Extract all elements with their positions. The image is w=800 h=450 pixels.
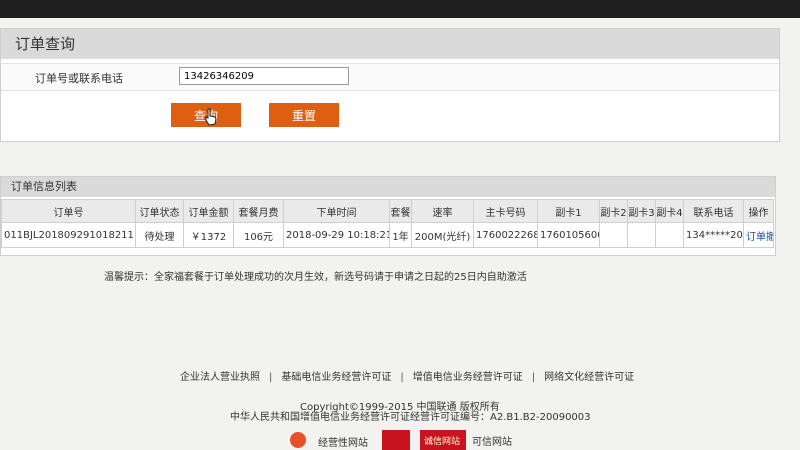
badge-integrity-text: 诚信网站 [424, 437, 461, 447]
footer-link-value-added-telecom[interactable]: 增值电信业务经营许可证 [413, 372, 523, 383]
col-header: 副卡2 [599, 199, 628, 223]
badge-trusted-site[interactable]: 可信网站 [472, 433, 512, 448]
col-header: 副卡1 [537, 199, 600, 223]
cell-speed: 200M(光纤) [411, 222, 474, 248]
footer-link-business-license[interactable]: 企业法人营业执照 [180, 372, 260, 383]
col-header: 操作 [743, 199, 774, 223]
cell-monthly-fee: 106元 [233, 222, 284, 248]
table-header-row: 订单号 订单状态 订单金额 套餐月费 下单时间 套餐 速率 主卡号码 副卡1 副… [1, 199, 774, 223]
cell-order-number: 011BJL20180929101821116 [1, 222, 136, 248]
order-or-phone-input[interactable] [179, 67, 349, 85]
badge-icon [290, 432, 306, 448]
page-title: 订单查询 [1, 29, 779, 59]
cell-sub-card-3 [627, 222, 656, 248]
badge-business-site[interactable]: 经营性网站 [318, 434, 368, 449]
col-header: 套餐 [389, 199, 412, 223]
cell-package: 1年 [389, 222, 412, 248]
separator: | [269, 372, 273, 383]
order-query-panel: 订单查询 订单号或联系电话 查询 重置 [0, 28, 780, 142]
table-row: 011BJL20180929101821116 待处理 ￥1372 106元 2… [1, 222, 774, 248]
badge-red-logo[interactable] [382, 430, 410, 450]
footer-badges: 经营性网站 诚信网站 可信网站 [278, 430, 578, 450]
cell-order-amount: ￥1372 [183, 222, 234, 248]
col-header: 下单时间 [283, 199, 390, 223]
license-text: 中华人民共和国增值电信业务经营许可证经营许可证编号：A2.B1.B2-20090… [230, 412, 591, 423]
col-header: 速率 [411, 199, 474, 223]
badge-integrity-site[interactable]: 诚信网站 [420, 430, 466, 450]
footer-link-network-culture[interactable]: 网络文化经营许可证 [544, 372, 634, 383]
cell-contact-phone: 134*****209 [683, 222, 744, 248]
col-header: 订单状态 [135, 199, 184, 223]
cell-order-time: 2018-09-29 10:18:21.0 [283, 222, 390, 248]
col-header: 订单金额 [183, 199, 234, 223]
col-header: 副卡4 [655, 199, 684, 223]
order-list-title: 订单信息列表 [1, 177, 775, 197]
col-header: 主卡号码 [473, 199, 538, 223]
reset-button[interactable]: 重置 [269, 103, 339, 127]
cell-sub-card-1: 17601056007 [537, 222, 600, 248]
cell-action: 订单撤销 [743, 222, 774, 248]
col-header: 套餐月费 [233, 199, 284, 223]
cell-order-status: 待处理 [135, 222, 184, 248]
col-header: 副卡3 [627, 199, 656, 223]
col-header: 订单号 [1, 199, 136, 223]
reminder-text: 温馨提示：全家福套餐于订单处理成功的次月生效，新选号码请于申请之日起的25日内自… [104, 272, 527, 283]
hand-cursor-icon [205, 108, 217, 126]
cell-sub-card-4 [655, 222, 684, 248]
separator: | [400, 372, 404, 383]
cell-sub-card-2 [599, 222, 628, 248]
order-list-panel: 订单信息列表 订单号 订单状态 订单金额 套餐月费 下单时间 套餐 速率 主卡号… [0, 176, 776, 256]
order-table: 订单号 订单状态 订单金额 套餐月费 下单时间 套餐 速率 主卡号码 副卡1 副… [1, 199, 774, 248]
footer-link-basic-telecom[interactable]: 基础电信业务经营许可证 [281, 372, 391, 383]
cell-main-card: 17600222680 [473, 222, 538, 248]
footer-links: 企业法人营业执照 | 基础电信业务经营许可证 | 增值电信业务经营许可证 | 网络文化经营许… [180, 368, 634, 383]
query-field-label: 订单号或联系电话 [35, 72, 123, 85]
query-field-row: 订单号或联系电话 [1, 63, 779, 91]
top-browser-strip [0, 0, 800, 18]
cancel-order-link[interactable]: 订单撤销 [746, 232, 773, 243]
separator: | [531, 372, 536, 383]
col-header: 联系电话 [683, 199, 744, 223]
